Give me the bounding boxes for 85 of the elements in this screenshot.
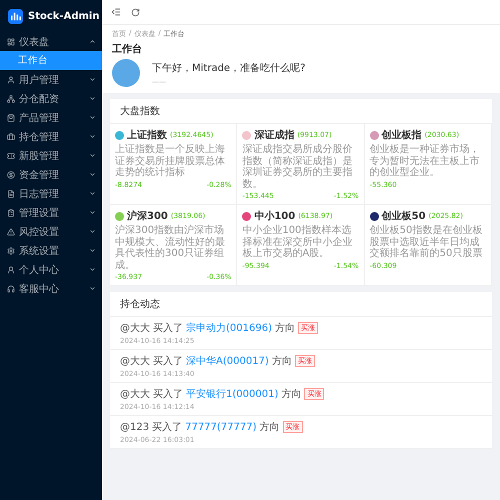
menu-label: 资金管理 (19, 168, 60, 182)
menu-item[interactable]: 日志管理 (0, 184, 102, 203)
user-name: @大大 (120, 354, 150, 368)
index-name: 中小100 (254, 210, 296, 223)
user-name: @123 (120, 422, 150, 432)
menu-label: 客服中心 (19, 282, 60, 296)
menu-label: 系统设置 (19, 244, 60, 258)
chevron-icon (89, 152, 96, 159)
menu-item[interactable]: 仪表盘 (0, 32, 102, 51)
chevron-icon (89, 114, 96, 121)
chevron-icon (89, 190, 96, 197)
index-description: 创业板是一种证券市场，专为暂时无法在主板上市的创业型企业。 (370, 144, 481, 178)
dashboard-icon (7, 38, 15, 46)
menu-item[interactable]: 个人中心 (0, 260, 102, 279)
menu-label: 日志管理 (19, 188, 60, 200)
menu-label: 风控设置 (19, 226, 60, 238)
direction-label: 方向 (260, 420, 280, 434)
index-name: 深证成指 (254, 128, 294, 142)
menu-label: 分仓配资 (19, 92, 60, 106)
index-description: 创业板50指数是在创业板股票中选取近半年日均成交额排名靠前的50只股票 (370, 225, 484, 260)
greeting-text: 下午好，Mitrade，准备吃什么呢? (152, 62, 306, 74)
index-description: 上证指数是一个反映上海证券交易所挂牌股票总体走势的统计指标 (115, 144, 226, 178)
menu-item[interactable]: 持仓管理 (0, 127, 102, 146)
menu-item[interactable]: 分仓配资 (0, 89, 102, 108)
direction-label: 方向 (281, 388, 302, 401)
chevron-icon (89, 95, 96, 102)
index-description: 沪深300指数由沪深市场中规模大、流动性好的最具代表性的300只证券组成。 (115, 225, 226, 271)
clipboard-icon (7, 208, 15, 216)
avatar (112, 59, 140, 87)
chevron-icon (89, 171, 96, 178)
user-name: @大大 (120, 388, 150, 401)
headphones-icon (7, 284, 15, 292)
menu-item[interactable]: 管理设置 (0, 203, 102, 222)
user-icon (7, 76, 15, 84)
chevron-icon (89, 133, 96, 140)
settings-icon (7, 246, 15, 254)
person-icon (7, 266, 15, 274)
menu-label: 产品管理 (19, 112, 60, 124)
panel-title: 持仓动态 (110, 292, 492, 317)
menu-item[interactable]: 风控设置 (0, 222, 102, 241)
index-name: 上证指数 (127, 128, 167, 142)
chevron-icon (89, 38, 96, 45)
chevron-icon (89, 209, 96, 216)
menu-label: 用户管理 (19, 74, 60, 86)
user-name: @大大 (120, 322, 150, 335)
direction-label: 方向 (272, 354, 292, 368)
menu-item[interactable]: 用户管理 (0, 70, 102, 89)
chevron-icon (89, 266, 96, 273)
index-name: 沪深300 (127, 209, 168, 223)
menu-label: 仪表盘 (19, 36, 50, 48)
menu-item[interactable]: 系统设置 (0, 241, 102, 260)
briefcase-icon (7, 132, 15, 140)
ticket-icon (7, 152, 15, 160)
chevron-icon (89, 76, 96, 83)
menu-label: 个人中心 (19, 264, 60, 276)
warning-icon (7, 228, 15, 236)
index-description: 中小企业100指数样本选择标准在深交所中小企业板上市交易的A股。 (242, 225, 354, 260)
action-text: 买入了 (153, 388, 183, 401)
brand-name: Stock-Admin (28, 10, 100, 22)
menu-collapse-icon[interactable] (111, 7, 121, 17)
menu-item[interactable]: 资金管理 (0, 165, 102, 184)
panel-title: 大盘指数 (110, 99, 492, 124)
logo-icon (8, 8, 23, 24)
menu-label: 管理设置 (19, 206, 60, 220)
menu-label: 新股管理 (19, 150, 60, 162)
dollar-icon (7, 170, 15, 178)
menu-item[interactable]: 新股管理 (0, 146, 102, 165)
direction-label: 方向 (274, 322, 295, 335)
index-name: 创业板50 (382, 210, 426, 223)
document-icon (7, 190, 15, 198)
action-text: 买入了 (152, 420, 182, 434)
action-text: 买入了 (153, 322, 183, 335)
menu-item[interactable]: 客服中心 (0, 279, 102, 298)
chevron-icon (89, 285, 96, 292)
menu-item[interactable]: 产品管理 (0, 108, 102, 127)
network-icon (7, 94, 15, 102)
index-name: 创业板指 (382, 128, 422, 142)
page-title: 工作台 (112, 42, 143, 56)
index-description: 深证成指交易所成分股价指数（简称深证成指）是深圳证券交易所的主要指数。 (242, 144, 354, 190)
menu-label: 持仓管理 (19, 130, 60, 144)
bag-icon (7, 114, 15, 122)
refresh-icon[interactable] (131, 8, 140, 16)
chevron-icon (89, 228, 96, 235)
chevron-icon (89, 247, 96, 254)
action-text: 买入了 (153, 354, 183, 368)
